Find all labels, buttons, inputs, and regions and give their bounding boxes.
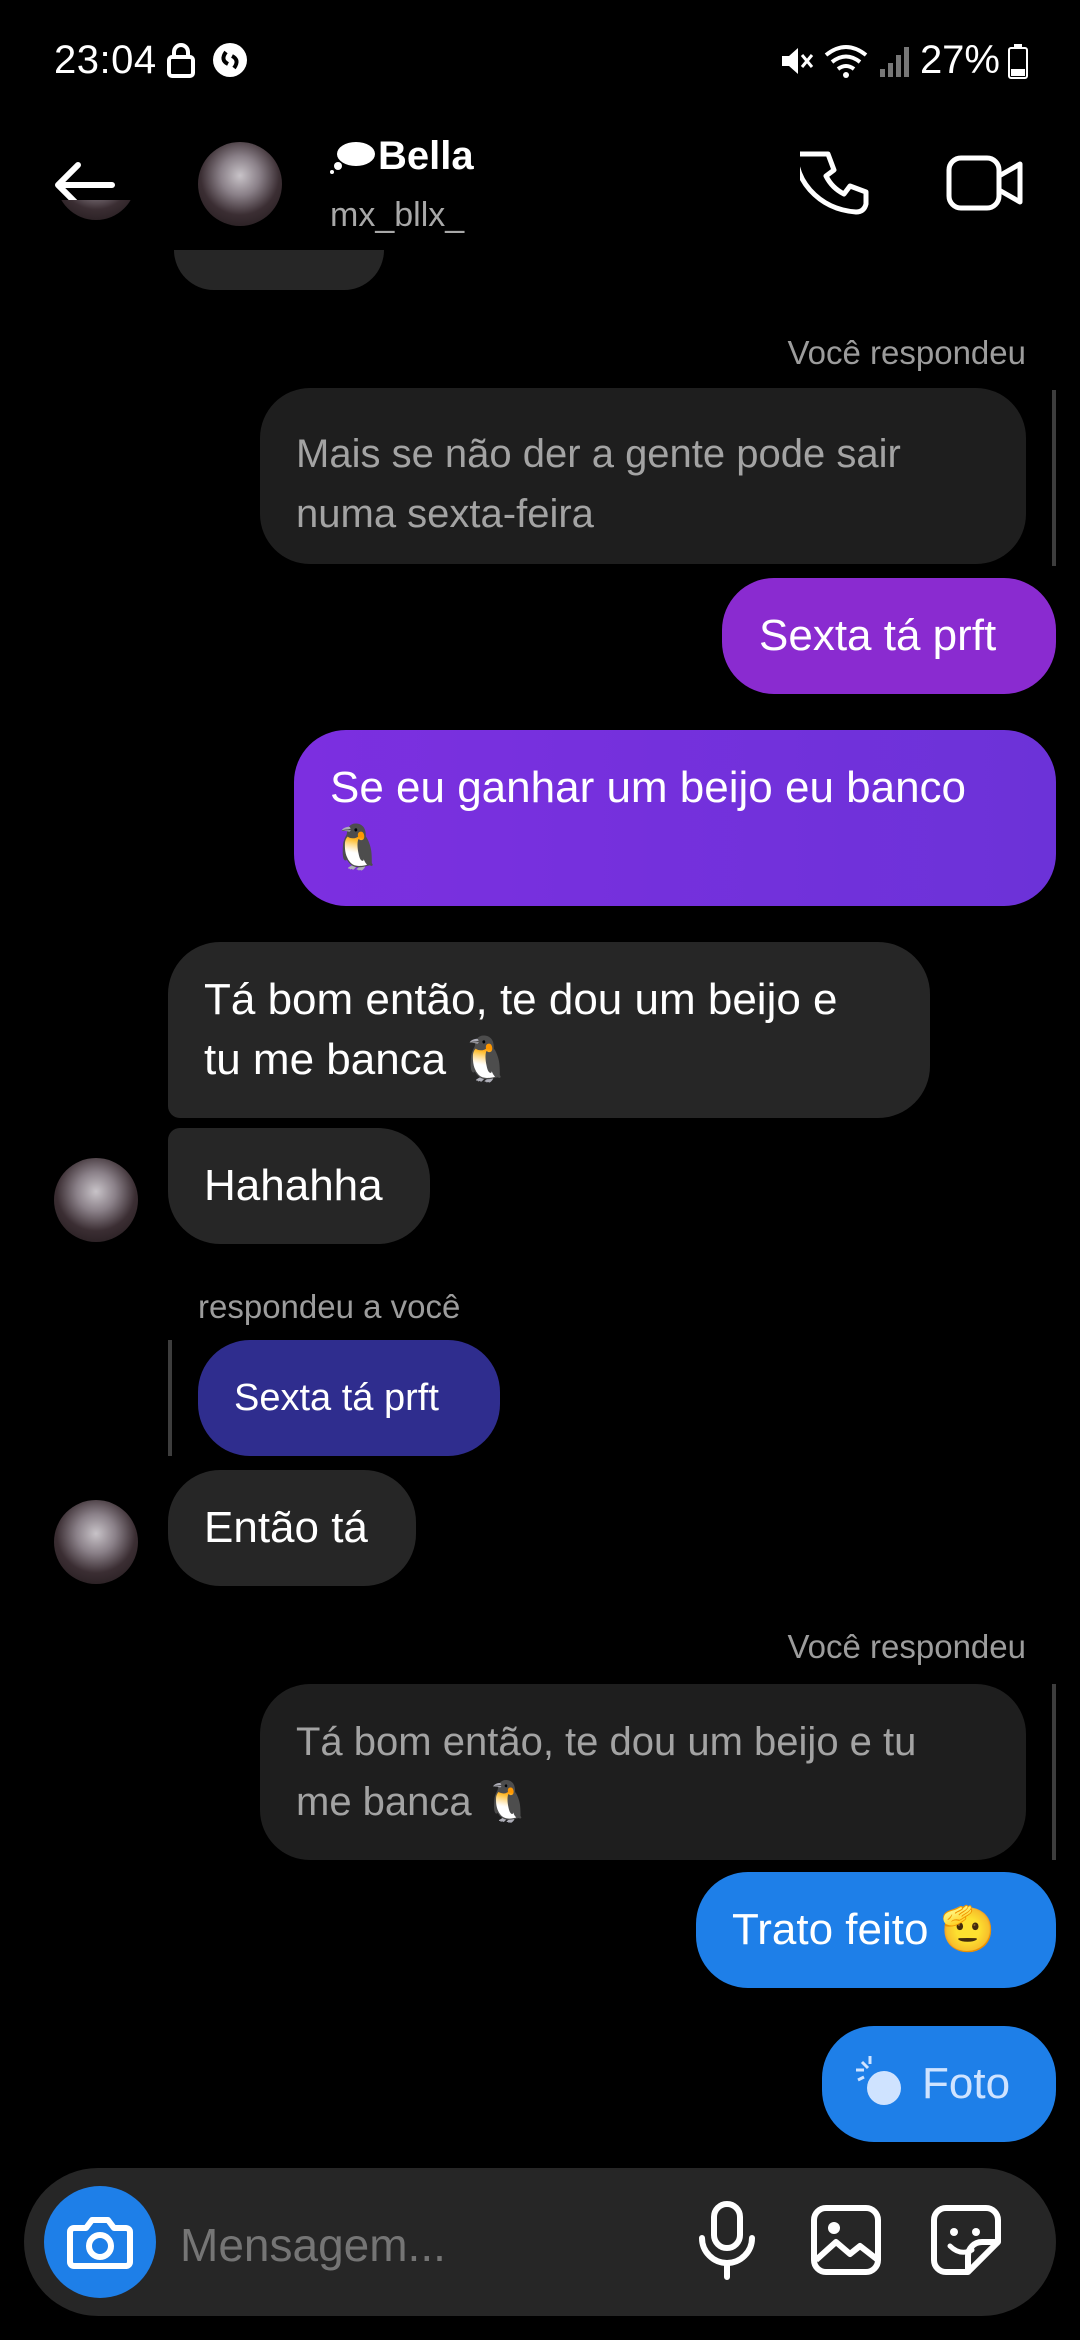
message-incoming[interactable]: Tá bom então, te dou um beijo e tu me ba… <box>168 942 930 1118</box>
message-emoji: 🐧 <box>330 823 385 872</box>
message-outgoing[interactable]: Se eu ganhar um beijo eu banco 🐧 <box>294 730 1056 906</box>
message-text: Hahahha <box>204 1161 383 1210</box>
quoted-text: Mais se não der a gente pode sair numa s… <box>296 432 901 536</box>
message-outgoing[interactable]: Sexta tá prft <box>722 578 1056 694</box>
view-once-icon <box>856 2056 901 2105</box>
shazam-icon <box>213 43 247 77</box>
reply-bar <box>1052 390 1056 566</box>
battery-percent: 27% <box>919 38 1000 82</box>
message-text: Então tá <box>204 1503 368 1552</box>
quoted-message[interactable]: Sexta tá prft <box>198 1340 500 1456</box>
status-time: 23:04 <box>54 38 157 82</box>
message-input[interactable] <box>180 2210 660 2280</box>
mute-icon <box>781 47 814 74</box>
sticker-icon[interactable] <box>930 2204 1002 2276</box>
camera-button[interactable] <box>44 2186 156 2298</box>
camera-icon <box>67 2217 133 2269</box>
avatar[interactable] <box>198 142 282 226</box>
message-incoming[interactable]: Então tá <box>168 1470 416 1586</box>
quoted-text: Tá bom então, te dou um beijo e tu <box>296 1720 917 1764</box>
battery-icon <box>1008 43 1028 79</box>
video-icon[interactable] <box>946 148 1024 218</box>
message-text: Se eu ganhar um beijo eu banco <box>330 763 967 812</box>
quoted-text: me banca 🐧 <box>296 1780 533 1824</box>
quoted-message[interactable]: Mais se não der a gente pode sair numa s… <box>260 388 1026 564</box>
gallery-icon[interactable] <box>810 2204 882 2276</box>
reply-bar <box>168 1340 172 1456</box>
signal-icon <box>879 46 909 77</box>
avatar[interactable] <box>54 1158 138 1242</box>
message-text: Foto <box>922 2059 1011 2108</box>
note-cloud-icon <box>330 142 375 174</box>
message-text: Tá bom então, te dou um beijo e <box>204 975 838 1024</box>
reply-meta: respondeu a você <box>198 1288 461 1325</box>
avatar[interactable] <box>54 1500 138 1584</box>
wifi-icon <box>824 44 868 78</box>
message-text: Trato feito 🫡 <box>732 1905 996 1954</box>
microphone-icon[interactable] <box>694 2200 760 2280</box>
message-outgoing[interactable]: Trato feito 🫡 <box>696 1872 1056 1988</box>
lock-icon <box>167 43 195 78</box>
quoted-message[interactable]: Tá bom então, te dou um beijo e tu me ba… <box>260 1684 1026 1860</box>
message-text: tu me banca 🐧 <box>204 1035 514 1084</box>
quoted-text: Sexta tá prft <box>234 1377 439 1419</box>
contact-name[interactable]: Bella <box>378 134 474 179</box>
reply-meta: Você respondeu <box>787 334 1026 371</box>
message-text: Sexta tá prft <box>759 611 997 660</box>
contact-username[interactable]: mx_bllx_ <box>330 196 464 235</box>
message-incoming[interactable]: Hahahha <box>168 1128 430 1244</box>
phone-icon[interactable] <box>800 148 870 218</box>
reply-meta: Você respondeu <box>787 1628 1026 1665</box>
reply-bar <box>1052 1684 1056 1860</box>
clipped-message <box>174 250 384 290</box>
